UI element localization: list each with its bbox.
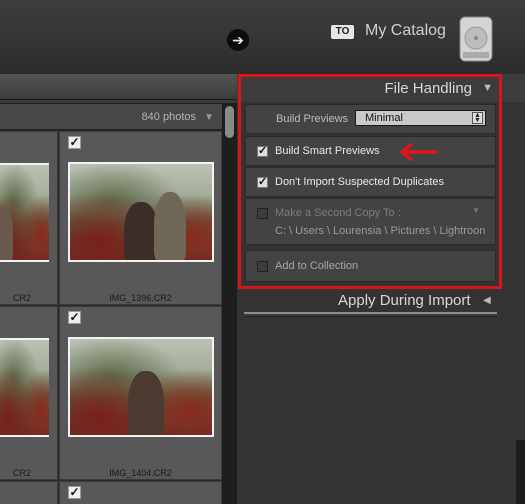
pick-checkbox[interactable]: ✓ bbox=[68, 311, 81, 324]
add-to-collection-row: Add to Collection bbox=[245, 250, 496, 282]
build-previews-select[interactable]: Minimal ▲ ▼ bbox=[355, 110, 486, 126]
arrow-right-icon[interactable]: ➔ bbox=[227, 29, 249, 51]
apply-during-import-divider bbox=[244, 312, 497, 317]
build-smart-previews-row: ✓ Build Smart Previews bbox=[245, 136, 496, 166]
add-to-collection-checkbox[interactable] bbox=[257, 261, 268, 272]
build-smart-previews-label[interactable]: Build Smart Previews bbox=[275, 145, 380, 157]
dont-import-duplicates-label[interactable]: Don't Import Suspected Duplicates bbox=[275, 176, 444, 188]
photo-count-bar: 840 photos ▼ bbox=[0, 104, 222, 130]
apply-during-import-title[interactable]: Apply During Import bbox=[338, 292, 471, 309]
file-handling-title: File Handling bbox=[384, 80, 472, 97]
grid-cell-filename: IMG_1396.CR2 bbox=[109, 293, 172, 303]
grid-cell[interactable]: ✓ IMG_1404.CR2 bbox=[59, 306, 222, 480]
pick-checkbox[interactable]: ✓ bbox=[68, 136, 81, 149]
scroll-thumb[interactable] bbox=[225, 106, 234, 138]
second-copy-label[interactable]: Make a Second Copy To : bbox=[275, 207, 401, 219]
photo-thumbnail[interactable] bbox=[0, 338, 49, 437]
grid-cell-filename: IMG_1404.CR2 bbox=[109, 468, 172, 478]
top-bar: ➔ TO My Catalog bbox=[0, 0, 525, 74]
pick-checkbox[interactable]: ✓ bbox=[68, 486, 81, 499]
second-copy-checkbox[interactable] bbox=[257, 208, 268, 219]
build-previews-value: Minimal bbox=[365, 112, 403, 124]
expand-caret-icon[interactable]: ◀ bbox=[483, 295, 491, 306]
second-copy-row: Make a Second Copy To : ▼ C: \ Users \ L… bbox=[245, 198, 496, 245]
file-handling-header[interactable]: File Handling ▼ bbox=[237, 74, 525, 102]
second-copy-path: C: \ Users \ Lourensia \ Pictures \ Ligh… bbox=[275, 225, 486, 237]
photo-count: 840 photos bbox=[141, 111, 196, 123]
dont-import-duplicates-row: ✓ Don't Import Suspected Duplicates bbox=[245, 167, 496, 197]
grid-cell[interactable]: ✓ IMG_1396.CR2 bbox=[59, 131, 222, 305]
build-smart-previews-checkbox[interactable]: ✓ bbox=[257, 146, 268, 157]
select-spinner-icon: ▲ ▼ bbox=[472, 112, 483, 124]
photo-thumbnail[interactable] bbox=[0, 163, 49, 262]
grid-cell[interactable]: CR2 bbox=[0, 306, 58, 480]
grid-toolbar bbox=[0, 74, 237, 104]
to-badge: TO bbox=[331, 25, 354, 39]
grid-cell[interactable]: CR2 bbox=[0, 131, 58, 305]
collapse-caret-icon[interactable]: ▼ bbox=[482, 82, 493, 94]
dont-import-duplicates-checkbox[interactable]: ✓ bbox=[257, 177, 268, 188]
hard-drive-icon[interactable] bbox=[459, 16, 493, 62]
count-caret-icon[interactable]: ▼ bbox=[204, 112, 214, 123]
catalog-name[interactable]: My Catalog bbox=[365, 22, 446, 40]
add-to-collection-label[interactable]: Add to Collection bbox=[275, 260, 358, 272]
right-edge-bar bbox=[516, 440, 525, 504]
build-previews-label: Build Previews bbox=[276, 113, 349, 125]
photo-thumbnail[interactable] bbox=[68, 162, 214, 262]
grid-scrollbar[interactable] bbox=[222, 104, 237, 504]
red-arrow-icon bbox=[399, 142, 437, 162]
grid-cell[interactable]: ✓ bbox=[59, 481, 222, 504]
grid-cell-filename: CR2 bbox=[12, 468, 31, 478]
second-copy-dropdown-icon[interactable]: ▼ bbox=[472, 206, 480, 215]
photo-thumbnail[interactable] bbox=[68, 337, 214, 437]
grid-header-strip bbox=[0, 74, 237, 100]
grid-cell-filename: CR2 bbox=[12, 293, 31, 303]
grid-cell[interactable] bbox=[0, 481, 58, 504]
